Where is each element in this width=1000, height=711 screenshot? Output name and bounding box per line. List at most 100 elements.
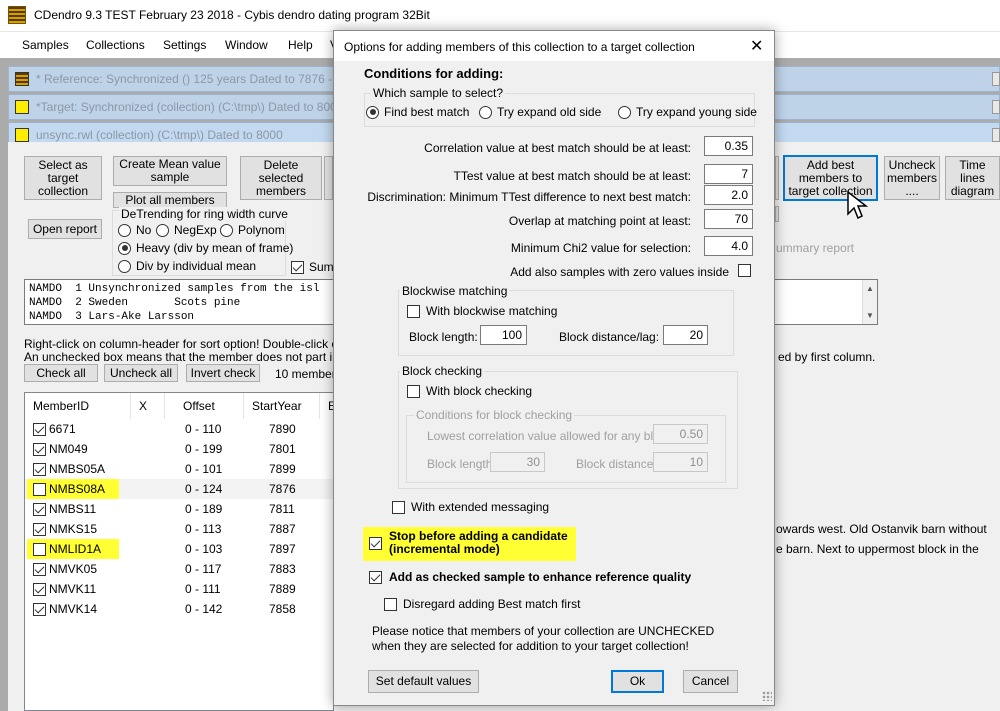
time-lines-button[interactable]: Time lines diagram [945, 156, 1000, 200]
table-row[interactable]: 6671 0 - 110 7890 [25, 419, 335, 439]
table-row[interactable]: NMKS15 0 - 113 7887 [25, 519, 335, 539]
overlap-input[interactable]: 70 [704, 209, 753, 229]
menu-collections[interactable]: Collections [86, 38, 145, 52]
table-row[interactable]: NM049 0 - 199 7801 [25, 439, 335, 459]
resize-grip-icon[interactable] [762, 691, 772, 701]
ttest-input[interactable]: 7 [704, 164, 753, 184]
menu-window[interactable]: Window [225, 38, 268, 52]
menu-settings[interactable]: Settings [163, 38, 206, 52]
radio-no[interactable]: No [118, 223, 151, 237]
checkbox[interactable] [291, 260, 304, 274]
close-icon[interactable]: ✕ [750, 36, 763, 56]
radio-circle[interactable] [118, 223, 131, 237]
maximize-icon[interactable] [992, 72, 1000, 86]
menu-samples[interactable]: Samples [22, 38, 69, 52]
scroll-up-icon[interactable]: ▲ [866, 284, 874, 293]
checkbox[interactable] [369, 537, 382, 550]
blockwise-checkbox[interactable]: With blockwise matching [407, 304, 557, 318]
table-row[interactable]: NMVK14 0 - 142 7858 [25, 599, 335, 619]
member-id: NMBS08A [49, 482, 106, 496]
member-checkbox[interactable] [33, 523, 46, 536]
radio-circle[interactable] [156, 223, 169, 237]
invert-check-button[interactable]: Invert check [186, 364, 260, 382]
radio-circle[interactable] [220, 223, 233, 237]
select-target-button[interactable]: Select as target collection [24, 156, 102, 200]
column-header-memberid[interactable]: MemberID [25, 393, 131, 419]
member-checkbox[interactable] [33, 603, 46, 616]
radio-circle[interactable] [118, 259, 131, 273]
table-row[interactable]: NMBS05A 0 - 101 7899 [25, 459, 335, 479]
check-block-length-input[interactable]: 30 [490, 452, 545, 472]
discrimination-input[interactable]: 2.0 [704, 185, 753, 205]
partial-button-2[interactable] [775, 206, 779, 222]
radio-expand-young[interactable]: Try expand young side [618, 105, 757, 119]
member-checkbox[interactable] [33, 563, 46, 576]
set-default-button[interactable]: Set default values [368, 670, 479, 693]
extended-messaging-checkbox[interactable]: With extended messaging [392, 500, 549, 514]
radio-expand-old[interactable]: Try expand old side [479, 105, 601, 119]
radio-circle[interactable] [118, 241, 131, 255]
stop-before-adding-checkbox[interactable] [369, 537, 382, 553]
members-list[interactable]: MemberID X Offset StartYear E 6671 0 - 11… [24, 392, 336, 711]
check-block-distance-input[interactable]: 10 [653, 452, 708, 472]
checkbox[interactable] [738, 264, 751, 277]
child-title-target: *Target: Synchronized (collection) (C:\t… [36, 100, 337, 114]
disregard-checkbox[interactable]: Disregard adding Best match first [384, 597, 580, 611]
block-length-input[interactable]: 100 [480, 325, 527, 345]
radio-circle[interactable] [618, 105, 631, 119]
checkbox[interactable] [392, 500, 405, 514]
memo-scrollbar[interactable]: ▲ ▼ [862, 280, 877, 324]
table-row[interactable]: NMBS11 0 - 189 7811 [25, 499, 335, 519]
radio-heavy[interactable]: Heavy (div by mean of frame) [118, 241, 293, 255]
table-row[interactable]: NMBS08A 0 - 124 7876 [25, 479, 335, 499]
radio-negexp[interactable]: NegExp [156, 223, 217, 237]
zero-values-checkbox[interactable] [738, 264, 751, 280]
maximize-icon[interactable] [992, 100, 1000, 114]
table-row[interactable]: NMLID1A 0 - 103 7897 [25, 539, 335, 559]
checkbox[interactable] [407, 304, 420, 318]
maximize-icon[interactable] [992, 128, 1000, 142]
uncheck-all-button[interactable]: Uncheck all [104, 364, 178, 382]
member-checkbox[interactable] [33, 583, 46, 596]
member-checkbox[interactable] [33, 443, 46, 456]
uncheck-members-button[interactable]: Uncheck members .... [884, 156, 940, 200]
table-row[interactable]: NMVK05 0 - 117 7883 [25, 559, 335, 579]
block-conditions-label: Conditions for block checking [414, 408, 575, 422]
column-header-offset[interactable]: Offset [165, 393, 244, 419]
ok-button[interactable]: Ok [611, 670, 664, 693]
open-report-button[interactable]: Open report [28, 219, 102, 239]
checkbox[interactable] [369, 570, 382, 584]
member-checkbox[interactable] [33, 503, 46, 516]
block-checking-checkbox[interactable]: With block checking [407, 384, 532, 398]
member-checkbox[interactable] [33, 423, 46, 436]
partial-button[interactable] [775, 156, 779, 200]
summary-report-label[interactable]: ummary report [776, 241, 854, 255]
checkbox[interactable] [384, 597, 397, 611]
menu-help[interactable]: Help [288, 38, 313, 52]
radio-find-best[interactable]: Find best match [366, 105, 469, 119]
lowest-correlation-input[interactable]: 0.50 [653, 424, 708, 444]
table-row[interactable]: NMVK11 0 - 111 7889 [25, 579, 335, 599]
create-mean-button[interactable]: Create Mean value sample [113, 156, 227, 186]
hidden-button[interactable] [324, 156, 333, 200]
radio-div-individual[interactable]: Div by individual mean [118, 259, 256, 273]
correlation-input[interactable]: 0.35 [704, 136, 753, 156]
add-checked-checkbox[interactable]: Add as checked sample to enhance referen… [369, 570, 691, 584]
plot-all-button[interactable]: Plot all members [113, 192, 227, 208]
delete-selected-button[interactable]: Delete selected members [240, 156, 322, 200]
block-distance-input[interactable]: 20 [663, 325, 708, 345]
radio-circle[interactable] [366, 105, 379, 119]
column-header-startyear[interactable]: StartYear [244, 393, 320, 419]
member-checkbox[interactable] [33, 463, 46, 476]
checkbox[interactable] [407, 384, 420, 398]
chi2-input[interactable]: 4.0 [704, 236, 753, 256]
cancel-button[interactable]: Cancel [683, 670, 738, 693]
member-checkbox[interactable] [33, 543, 46, 556]
column-header-x[interactable]: X [131, 393, 165, 419]
scroll-down-icon[interactable]: ▼ [866, 311, 874, 320]
member-checkbox[interactable] [33, 483, 46, 496]
radio-polynom[interactable]: Polynom [220, 223, 285, 237]
radio-circle[interactable] [479, 105, 492, 119]
member-startyear: 7811 [269, 502, 295, 516]
check-all-button[interactable]: Check all [24, 364, 98, 382]
